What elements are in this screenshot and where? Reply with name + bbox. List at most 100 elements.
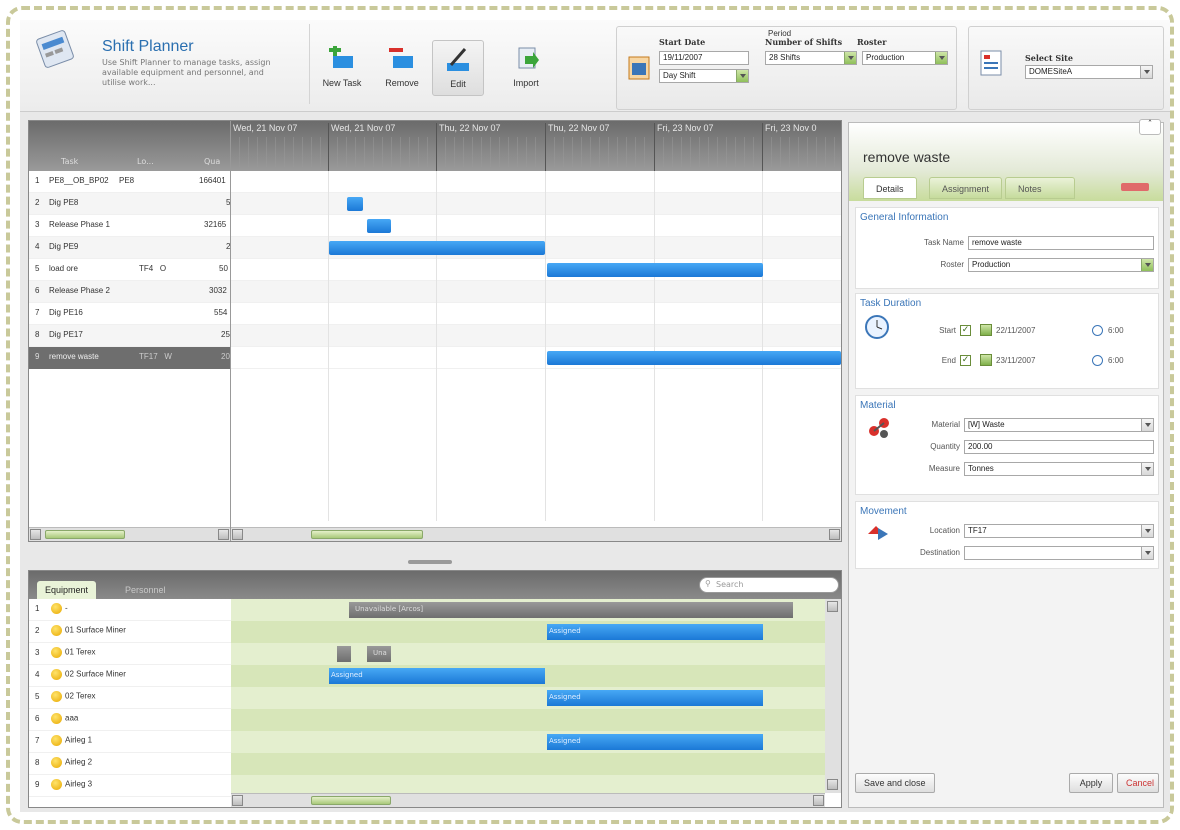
search-input[interactable]: ⚲ Search bbox=[699, 577, 839, 593]
end-time-value[interactable]: 6:00 bbox=[1108, 356, 1124, 365]
start-date-label: Start Date bbox=[659, 37, 706, 47]
cancel-button[interactable]: Cancel bbox=[1117, 773, 1159, 793]
resource-horizontal-scrollbar[interactable] bbox=[231, 793, 825, 807]
site-dropdown-icon[interactable] bbox=[1140, 66, 1152, 78]
assigned-bar[interactable]: Assigned bbox=[547, 690, 763, 706]
resource-row[interactable]: 1 - Unavailable [Arcos] bbox=[29, 599, 841, 621]
quantity-input[interactable]: 200.00 bbox=[964, 440, 1154, 454]
measure-select[interactable]: Tonnes bbox=[964, 462, 1154, 476]
resource-row[interactable]: 4 02 Surface Miner Assigned bbox=[29, 665, 841, 687]
resource-row[interactable]: 8 Airleg 2 bbox=[29, 753, 841, 775]
new-task-button[interactable]: New Task bbox=[316, 40, 368, 96]
tab-details[interactable]: Details bbox=[863, 177, 917, 199]
scroll-left-icon[interactable] bbox=[232, 529, 243, 540]
import-button[interactable]: Import bbox=[500, 40, 552, 96]
scroll-down-icon[interactable] bbox=[827, 779, 838, 790]
tab-equipment[interactable]: Equipment bbox=[37, 581, 97, 599]
scroll-right-icon[interactable] bbox=[813, 795, 824, 806]
shift-dropdown-icon[interactable] bbox=[736, 70, 748, 82]
date-column-5: Fri, 23 Nov 07 bbox=[654, 123, 762, 171]
table-row[interactable]: 1 PE8__OB_BP02 PE8 166401 bbox=[29, 171, 841, 193]
table-row[interactable]: 7 Dig PE16 554 bbox=[29, 303, 841, 325]
tab-assignment[interactable]: Assignment bbox=[929, 177, 1003, 199]
column-task[interactable]: Task bbox=[61, 157, 78, 166]
close-panel-icon[interactable] bbox=[1121, 183, 1149, 191]
roster-dropdown-icon[interactable] bbox=[935, 52, 947, 64]
scroll-right-icon[interactable] bbox=[218, 529, 229, 540]
destination-select[interactable] bbox=[964, 546, 1154, 560]
resource-row[interactable]: 5 02 Terex Assigned bbox=[29, 687, 841, 709]
tab-notes[interactable]: Notes bbox=[1005, 177, 1075, 199]
shift-select[interactable]: Day Shift bbox=[659, 69, 749, 83]
edit-button[interactable]: Edit bbox=[432, 40, 484, 96]
task-bar-dig-pe9[interactable] bbox=[329, 241, 545, 255]
roster-select[interactable]: Production bbox=[862, 51, 948, 65]
gantt-splitter[interactable] bbox=[230, 121, 231, 541]
task-bar-dig-pe8[interactable] bbox=[347, 197, 363, 211]
task-bar-load-ore[interactable] bbox=[547, 263, 763, 277]
gantt-chart: Task Lo... Qua Wed, 21 Nov 07 Wed, 21 No… bbox=[28, 120, 842, 542]
pane-resize-handle[interactable] bbox=[408, 560, 452, 564]
table-row[interactable]: 8 Dig PE17 25 bbox=[29, 325, 841, 347]
measure-dropdown-icon[interactable] bbox=[1141, 463, 1153, 475]
num-shifts-select[interactable]: 28 Shifts bbox=[765, 51, 857, 65]
unavailable-bar[interactable]: Unavailable [Arcos] bbox=[349, 602, 793, 618]
assigned-bar[interactable]: Assigned bbox=[547, 624, 763, 640]
remove-button[interactable]: Remove bbox=[376, 40, 428, 96]
timeline-horizontal-scrollbar[interactable] bbox=[231, 527, 841, 541]
ribbon: Shift Planner Use Shift Planner to manag… bbox=[20, 20, 1170, 112]
unavailable-bar[interactable]: Una bbox=[367, 646, 391, 662]
end-time-clock-icon[interactable] bbox=[1092, 355, 1103, 366]
column-quantity[interactable]: Qua bbox=[204, 157, 220, 166]
task-bar-remove-waste[interactable] bbox=[547, 351, 841, 365]
scroll-thumb[interactable] bbox=[45, 530, 125, 539]
task-bar-release-phase-1[interactable] bbox=[367, 219, 391, 233]
status-smiley-icon bbox=[51, 757, 62, 768]
scroll-thumb[interactable] bbox=[311, 796, 391, 805]
num-shifts-dropdown-icon[interactable] bbox=[844, 52, 856, 64]
scroll-left-icon[interactable] bbox=[30, 529, 41, 540]
panel-roster-select[interactable]: Production bbox=[968, 258, 1154, 272]
table-row[interactable]: 2 Dig PE8 5 bbox=[29, 193, 841, 215]
collapse-chevron-icon[interactable]: ˆ bbox=[1139, 119, 1161, 135]
end-date-value[interactable]: 23/11/2007 bbox=[996, 356, 1035, 365]
start-date-input[interactable]: 19/11/2007 bbox=[659, 51, 749, 65]
site-select[interactable]: DOMESiteA bbox=[1025, 65, 1153, 79]
assigned-bar[interactable]: Assigned bbox=[547, 734, 763, 750]
destination-dropdown-icon[interactable] bbox=[1141, 547, 1153, 559]
resource-row[interactable]: 2 01 Surface Miner Assigned bbox=[29, 621, 841, 643]
task-name-input[interactable]: remove waste bbox=[968, 236, 1154, 250]
location-dropdown-icon[interactable] bbox=[1141, 525, 1153, 537]
table-row[interactable]: 3 Release Phase 1 32165 bbox=[29, 215, 841, 237]
tab-personnel[interactable]: Personnel bbox=[117, 581, 174, 599]
table-row[interactable]: 6 Release Phase 2 3032 bbox=[29, 281, 841, 303]
assigned-bar[interactable]: Assigned bbox=[329, 668, 545, 684]
left-horizontal-scrollbar[interactable] bbox=[29, 527, 230, 541]
material-select[interactable]: [W] Waste bbox=[964, 418, 1154, 432]
start-date-value[interactable]: 22/11/2007 bbox=[996, 326, 1035, 335]
start-time-value[interactable]: 6:00 bbox=[1108, 326, 1124, 335]
resource-vertical-scrollbar[interactable] bbox=[825, 599, 841, 793]
scroll-thumb[interactable] bbox=[311, 530, 423, 539]
resource-row[interactable]: 7 Airleg 1 Assigned bbox=[29, 731, 841, 753]
end-checkbox[interactable]: ✓ bbox=[960, 355, 971, 366]
start-calendar-icon[interactable] bbox=[980, 324, 992, 336]
panel-roster-dropdown-icon[interactable] bbox=[1141, 259, 1153, 271]
grid-line bbox=[545, 171, 546, 521]
task-name: PE8__OB_BP02 bbox=[49, 176, 109, 185]
start-time-clock-icon[interactable] bbox=[1092, 325, 1103, 336]
location-select[interactable]: TF17 bbox=[964, 524, 1154, 538]
resource-row[interactable]: 6 aaa bbox=[29, 709, 841, 731]
unavailable-bar[interactable] bbox=[337, 646, 351, 662]
end-calendar-icon[interactable] bbox=[980, 354, 992, 366]
row-number: 7 bbox=[35, 308, 40, 317]
scroll-up-icon[interactable] bbox=[827, 601, 838, 612]
resource-row[interactable]: 3 01 Terex Una bbox=[29, 643, 841, 665]
material-dropdown-icon[interactable] bbox=[1141, 419, 1153, 431]
scroll-right-icon[interactable] bbox=[829, 529, 840, 540]
apply-button[interactable]: Apply bbox=[1069, 773, 1113, 793]
start-checkbox[interactable]: ✓ bbox=[960, 325, 971, 336]
scroll-left-icon[interactable] bbox=[232, 795, 243, 806]
column-location[interactable]: Lo... bbox=[137, 157, 154, 166]
save-and-close-button[interactable]: Save and close bbox=[855, 773, 935, 793]
